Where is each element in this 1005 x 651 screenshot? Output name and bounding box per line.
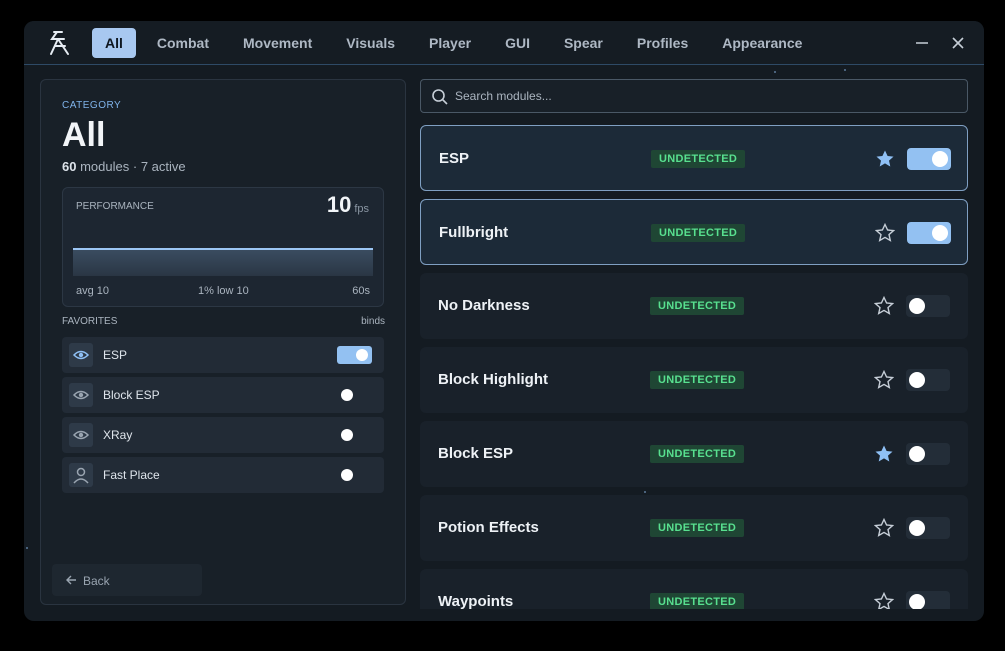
status-badge: UNDETECTED (651, 224, 746, 242)
fps-graph (73, 248, 373, 276)
category-title: All (62, 116, 106, 154)
fps-window: 60s (352, 285, 370, 297)
tab-gui[interactable]: GUI (492, 28, 543, 58)
modules-word: modules (80, 159, 130, 174)
module-row[interactable]: Block ESP UNDETECTED (420, 421, 968, 487)
favorite-toggle[interactable] (337, 466, 372, 484)
favorite-item[interactable]: Fast Place (62, 457, 384, 493)
fps-average: avg 10 (76, 285, 110, 297)
fps-readout: 10 fps (327, 192, 369, 218)
logo-icon (50, 31, 69, 55)
favorite-toggle[interactable] (337, 346, 372, 364)
category-panel: CATEGORY All 60 modules · 7 active PERFO… (40, 79, 406, 605)
module-list: ESP UNDETECTED Fullbright UNDETECTED No … (420, 125, 968, 609)
favorite-name: XRay (103, 428, 133, 442)
star-icon[interactable] (874, 444, 894, 464)
performance-label: PERFORMANCE (76, 201, 154, 212)
background-star (844, 69, 846, 71)
favorite-item[interactable]: ESP (62, 337, 384, 373)
search-bar[interactable] (420, 79, 968, 113)
module-name: Fullbright (439, 224, 509, 241)
star-outline-icon[interactable] (875, 223, 895, 243)
module-row[interactable]: No Darkness UNDETECTED (420, 273, 968, 339)
module-toggle[interactable] (906, 369, 950, 391)
search-icon (432, 89, 448, 105)
binds-label: binds (361, 316, 385, 327)
arrow-left-icon (66, 575, 76, 585)
eye-icon (69, 343, 93, 367)
fps-unit: fps (354, 203, 369, 215)
tab-profiles[interactable]: Profiles (624, 28, 701, 58)
status-badge: UNDETECTED (650, 519, 745, 537)
eye-icon (69, 423, 93, 447)
background-star (26, 547, 28, 549)
module-toggle[interactable] (907, 148, 951, 170)
app-window: All Combat Movement Visuals Player GUI S… (24, 21, 984, 621)
module-name: Waypoints (438, 593, 514, 609)
category-summary: 60 modules · 7 active (62, 159, 186, 174)
active-count: 7 (140, 159, 149, 174)
module-name: Block ESP (438, 445, 514, 462)
category-tabs: All Combat Movement Visuals Player GUI S… (92, 28, 823, 58)
status-badge: UNDETECTED (650, 371, 745, 389)
favorite-item[interactable]: Block ESP (62, 377, 384, 413)
star-icon[interactable] (875, 149, 895, 169)
tab-visuals[interactable]: Visuals (333, 28, 408, 58)
module-row[interactable]: Potion Effects UNDETECTED (420, 495, 968, 561)
module-toggle[interactable] (906, 295, 950, 317)
fps-value: 10 (326, 192, 352, 217)
title-bar: All Combat Movement Visuals Player GUI S… (24, 21, 984, 65)
module-toggle[interactable] (906, 591, 950, 609)
favorite-item[interactable]: XRay (62, 417, 384, 453)
module-toggle[interactable] (906, 517, 950, 539)
back-button[interactable]: Back (52, 564, 202, 596)
star-outline-icon[interactable] (874, 296, 894, 316)
tab-appearance[interactable]: Appearance (709, 28, 815, 58)
favorite-toggle[interactable] (337, 426, 372, 444)
module-count: 60 (62, 159, 77, 174)
tab-player[interactable]: Player (416, 28, 484, 58)
search-input[interactable] (455, 86, 955, 106)
favorite-name: Block ESP (103, 388, 160, 402)
module-name: Block Highlight (438, 371, 548, 388)
star-outline-icon[interactable] (874, 592, 894, 609)
status-badge: UNDETECTED (650, 297, 745, 315)
category-label: CATEGORY (62, 100, 122, 111)
performance-card: PERFORMANCE 10 fps avg 10 1% low 10 60s (62, 187, 384, 307)
favorites-label: FAVORITES (62, 316, 118, 327)
active-word: active (151, 159, 186, 174)
tab-spear[interactable]: Spear (551, 28, 616, 58)
module-toggle[interactable] (906, 443, 950, 465)
module-row[interactable]: Waypoints UNDETECTED (420, 569, 968, 609)
back-label: Back (83, 574, 110, 588)
module-toggle[interactable] (907, 222, 951, 244)
minimize-icon[interactable] (912, 33, 932, 53)
favorite-toggle[interactable] (337, 386, 372, 404)
tab-movement[interactable]: Movement (230, 28, 325, 58)
fps-low: 1% low 10 (198, 285, 249, 297)
favorite-name: ESP (103, 348, 128, 362)
module-name: No Darkness (438, 297, 530, 314)
star-outline-icon[interactable] (874, 370, 894, 390)
status-badge: UNDETECTED (650, 445, 745, 463)
module-name: ESP (439, 150, 470, 167)
status-badge: UNDETECTED (651, 150, 746, 168)
star-outline-icon[interactable] (874, 518, 894, 538)
tab-all[interactable]: All (92, 28, 136, 58)
favorite-name: Fast Place (103, 468, 160, 482)
close-icon[interactable] (948, 33, 968, 53)
background-star (774, 71, 776, 73)
user-icon (69, 463, 93, 487)
module-name: Potion Effects (438, 519, 539, 536)
eye-icon (69, 383, 93, 407)
module-row[interactable]: ESP UNDETECTED (420, 125, 968, 191)
module-row[interactable]: Fullbright UNDETECTED (420, 199, 968, 265)
status-badge: UNDETECTED (650, 593, 745, 609)
tab-combat[interactable]: Combat (144, 28, 222, 58)
module-row[interactable]: Block Highlight UNDETECTED (420, 347, 968, 413)
